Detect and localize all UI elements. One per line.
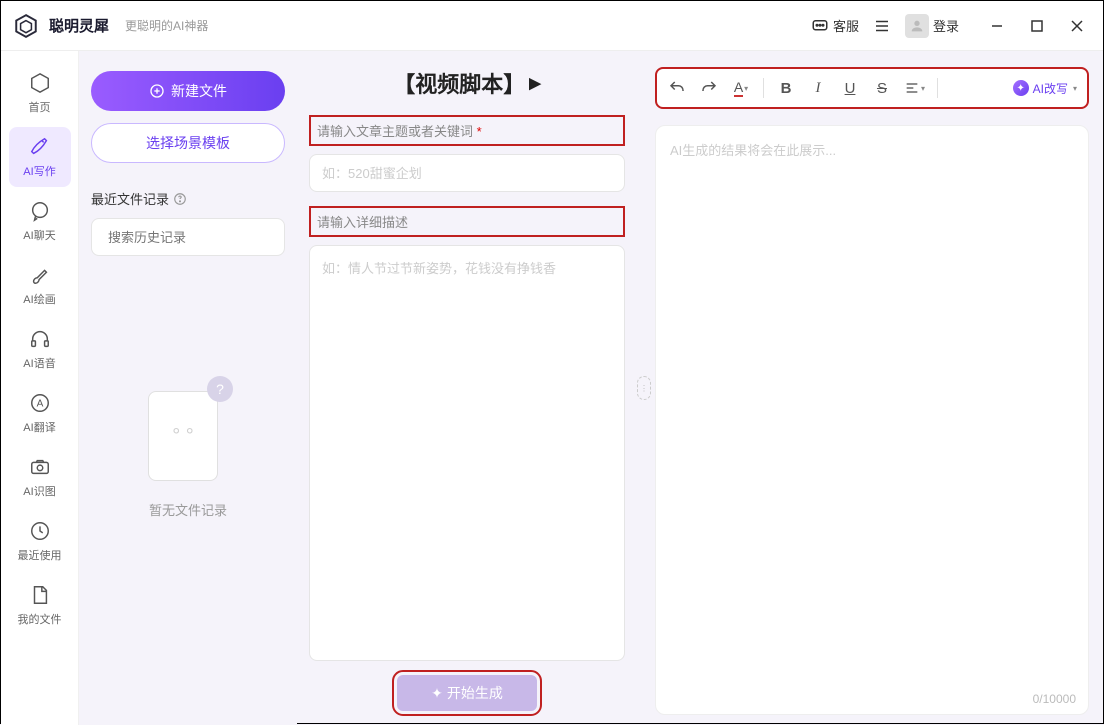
nav-label: 我的文件 xyxy=(18,611,62,627)
main-layout: 首页 AI写作 AI聊天 AI绘画 AI语音 A AI翻译 AI识图 最近使用 xyxy=(1,51,1103,725)
page-title: 【视频脚本】 ▶ xyxy=(309,67,625,99)
customer-service-button[interactable]: 客服 xyxy=(811,16,859,35)
avatar-icon xyxy=(905,14,929,38)
app-logo-icon xyxy=(11,11,41,41)
nav-label: AI语音 xyxy=(23,355,55,371)
app-logo-block: 聪明灵犀 更聪明的AI神器 xyxy=(11,11,208,41)
svg-text:A: A xyxy=(36,399,43,410)
align-button[interactable]: ▾ xyxy=(904,80,925,96)
brush-icon xyxy=(28,263,52,287)
help-icon[interactable] xyxy=(173,192,187,206)
nav-ai-voice[interactable]: AI语音 xyxy=(9,319,71,379)
menu-button[interactable] xyxy=(873,17,891,35)
empty-text: 暂无文件记录 xyxy=(149,500,227,519)
window-controls xyxy=(981,12,1093,40)
italic-button[interactable]: I xyxy=(808,80,828,97)
char-counter: 0/10000 xyxy=(1033,692,1076,706)
clock-icon xyxy=(28,519,52,543)
history-search[interactable] xyxy=(91,218,285,256)
play-icon[interactable]: ▶ xyxy=(529,74,541,92)
app-name: 聪明灵犀 xyxy=(49,15,109,36)
app-subtitle: 更聪明的AI神器 xyxy=(125,17,208,34)
topic-label: 请输入文章主题或者关键词 * xyxy=(309,115,625,146)
translate-icon: A xyxy=(28,391,52,415)
bold-button[interactable]: B xyxy=(776,80,796,97)
nav-ai-writing[interactable]: AI写作 xyxy=(9,127,71,187)
empty-illustration: ° ° ? xyxy=(143,376,233,486)
nav-label: AI翻译 xyxy=(23,419,55,435)
home-icon xyxy=(28,71,52,95)
desc-textarea[interactable] xyxy=(309,245,625,661)
file-icon xyxy=(28,583,52,607)
minimize-button[interactable] xyxy=(981,12,1013,40)
generate-button[interactable]: ✦开始生成 xyxy=(397,675,537,711)
nav-my-files[interactable]: 我的文件 xyxy=(9,575,71,635)
titlebar: 聪明灵犀 更聪明的AI神器 客服 登录 xyxy=(1,1,1103,51)
headphone-icon xyxy=(28,327,52,351)
file-panel: 新建文件 选择场景模板 最近文件记录 ° ° ? 暂无文件记录 xyxy=(79,51,297,725)
ai-rewrite-button[interactable]: ✦ AI改写 ▾ xyxy=(1013,80,1077,97)
sparkle-icon: ✦ xyxy=(1013,80,1029,96)
separator xyxy=(937,78,938,98)
nav-label: AI聊天 xyxy=(23,227,55,243)
desc-label: 请输入详细描述 xyxy=(309,206,625,237)
titlebar-right: 客服 登录 xyxy=(811,12,1093,40)
redo-button[interactable] xyxy=(699,79,719,97)
left-nav: 首页 AI写作 AI聊天 AI绘画 AI语音 A AI翻译 AI识图 最近使用 xyxy=(1,51,79,725)
strike-button[interactable]: S xyxy=(872,80,892,97)
login-label: 登录 xyxy=(933,16,959,35)
output-panel: A▾ B I U S ▾ ✦ AI改写 ▾ AI生成的结果将会在此展示... 0… xyxy=(651,51,1103,725)
login-button[interactable]: 登录 xyxy=(905,14,959,38)
image-icon xyxy=(28,455,52,479)
history-search-input[interactable] xyxy=(108,230,284,245)
drag-handle[interactable]: ⋮ xyxy=(637,376,651,400)
nav-ai-drawing[interactable]: AI绘画 xyxy=(9,255,71,315)
underline-button[interactable]: U xyxy=(840,80,860,97)
nav-label: AI识图 xyxy=(23,483,55,499)
choose-template-button[interactable]: 选择场景模板 xyxy=(91,123,285,163)
nav-label: AI写作 xyxy=(23,163,55,179)
undo-button[interactable] xyxy=(667,79,687,97)
center-form: 【视频脚本】 ▶ 请输入文章主题或者关键词 * 请输入详细描述 ✦开始生成 xyxy=(297,51,637,725)
nav-ai-chat[interactable]: AI聊天 xyxy=(9,191,71,251)
chat-icon xyxy=(28,199,52,223)
close-button[interactable] xyxy=(1061,12,1093,40)
topic-input[interactable] xyxy=(309,154,625,192)
pen-icon xyxy=(28,135,52,159)
generate-wrap: ✦开始生成 xyxy=(309,661,625,725)
nav-ai-image-rec[interactable]: AI识图 xyxy=(9,447,71,507)
panel-divider: ⋮ xyxy=(637,51,651,725)
nav-recent[interactable]: 最近使用 xyxy=(9,511,71,571)
choose-template-label: 选择场景模板 xyxy=(146,133,230,153)
output-textarea[interactable]: AI生成的结果将会在此展示... 0/10000 xyxy=(655,125,1089,715)
output-placeholder: AI生成的结果将会在此展示... xyxy=(670,140,1074,159)
nav-label: 最近使用 xyxy=(18,547,62,563)
separator xyxy=(763,78,764,98)
nav-label: AI绘画 xyxy=(23,291,55,307)
customer-service-label: 客服 xyxy=(833,16,859,35)
maximize-button[interactable] xyxy=(1021,12,1053,40)
font-color-button[interactable]: A▾ xyxy=(731,79,751,97)
new-file-button[interactable]: 新建文件 xyxy=(91,71,285,111)
nav-ai-translate[interactable]: A AI翻译 xyxy=(9,383,71,443)
nav-label: 首页 xyxy=(29,99,51,115)
recent-files-label: 最近文件记录 xyxy=(91,189,285,208)
editor-toolbar: A▾ B I U S ▾ ✦ AI改写 ▾ xyxy=(655,67,1089,109)
empty-state: ° ° ? 暂无文件记录 xyxy=(91,376,285,519)
nav-home[interactable]: 首页 xyxy=(9,63,71,123)
new-file-label: 新建文件 xyxy=(171,81,227,101)
